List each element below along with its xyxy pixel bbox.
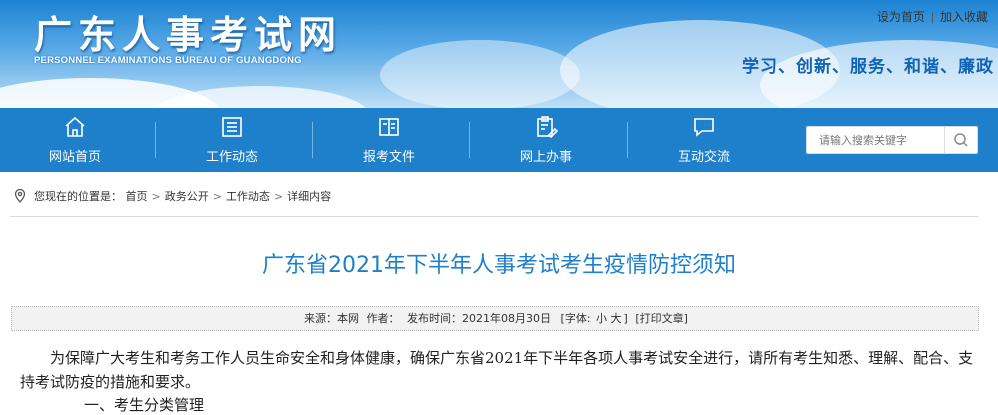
nav-item-work-news[interactable]: 工作动态 — [157, 108, 307, 172]
top-links: 设为首页 | 加入收藏 — [877, 8, 988, 25]
nav-divider — [312, 122, 313, 158]
font-size-control: [字体: 小 大] — [559, 312, 630, 325]
site-slogan: 学习、创新、服务、和谐、廉政 — [742, 57, 994, 77]
chat-icon — [694, 118, 714, 137]
site-header: 广东人事考试网 PERSONNEL EXAMINATIONS BUREAU OF… — [0, 0, 998, 108]
site-logo-subtitle: PERSONNEL EXAMINATIONS BUREAU OF GUANGDO… — [34, 55, 302, 66]
nav-item-label: 网站首页 — [48, 150, 101, 165]
print-article-button[interactable]: [打印文章] — [635, 312, 688, 325]
location-pin-icon — [14, 188, 26, 203]
search-button[interactable] — [944, 127, 977, 153]
breadcrumb-separator: > — [212, 189, 222, 203]
nav-item-label: 网上办事 — [519, 150, 572, 165]
article-source: 来源：本网 — [304, 312, 360, 325]
nav-divider — [469, 122, 470, 158]
breadcrumb: 您现在的位置是： 首页 > 政务公开 > 工作动态 > 详细内容 — [14, 188, 331, 204]
set-homepage-link[interactable]: 设为首页 — [877, 10, 925, 24]
header-cloud-decoration — [380, 40, 580, 108]
breadcrumb-separator: > — [151, 189, 161, 203]
add-favorite-link[interactable]: 加入收藏 — [940, 10, 988, 24]
article-paragraph: 为保障广大考生和考务工作人员生命安全和身体健康，确保广东省2021年下半年各项人… — [20, 349, 974, 391]
nav-divider — [627, 122, 628, 158]
breadcrumb-home[interactable]: 首页 — [126, 190, 148, 203]
font-size-end: ] — [623, 312, 628, 325]
font-small-button[interactable]: 小 — [596, 312, 607, 325]
article-date: 发布时间：2021年08月30日 — [407, 312, 552, 325]
top-links-divider: | — [930, 10, 934, 24]
breadcrumb-divider — [10, 216, 978, 217]
article-section-heading: 一、考生分类管理 — [84, 396, 205, 414]
nav-item-interaction[interactable]: 互动交流 — [629, 108, 779, 172]
search-icon — [954, 133, 968, 147]
breadcrumb-separator: > — [273, 189, 284, 203]
clipboard-edit-icon — [537, 116, 558, 139]
breadcrumb-prefix: 您现在的位置是： — [34, 190, 122, 203]
breadcrumb-work-news[interactable]: 工作动态 — [226, 190, 270, 203]
article-title: 广东省2021年下半年人事考试考生疫情防控须知 — [262, 253, 736, 278]
nav-item-label: 工作动态 — [205, 150, 258, 165]
font-large-button[interactable]: 大 — [611, 312, 622, 325]
breadcrumb-current: 详细内容 — [287, 190, 332, 203]
article-meta-bar: 来源：本网 作者： 发布时间：2021年08月30日 [字体: 小 大] [打印… — [11, 306, 979, 331]
site-logo-title[interactable]: 广东人事考试网 — [34, 4, 342, 59]
search-box — [806, 126, 978, 154]
nav-item-home[interactable]: 网站首页 — [0, 108, 150, 172]
nav-divider — [155, 122, 156, 158]
list-icon — [222, 117, 242, 137]
nav-item-label: 互动交流 — [677, 150, 730, 165]
breadcrumb-gov-affairs[interactable]: 政务公开 — [165, 190, 209, 203]
search-input[interactable] — [807, 127, 947, 153]
nav-item-online-services[interactable]: 网上办事 — [471, 108, 621, 172]
font-size-label: [字体: — [560, 312, 591, 325]
article-author: 作者： — [366, 312, 400, 325]
nav-item-exam-docs[interactable]: 报考文件 — [314, 108, 464, 172]
home-icon — [65, 116, 85, 137]
book-icon — [379, 118, 399, 136]
nav-item-label: 报考文件 — [362, 150, 415, 165]
